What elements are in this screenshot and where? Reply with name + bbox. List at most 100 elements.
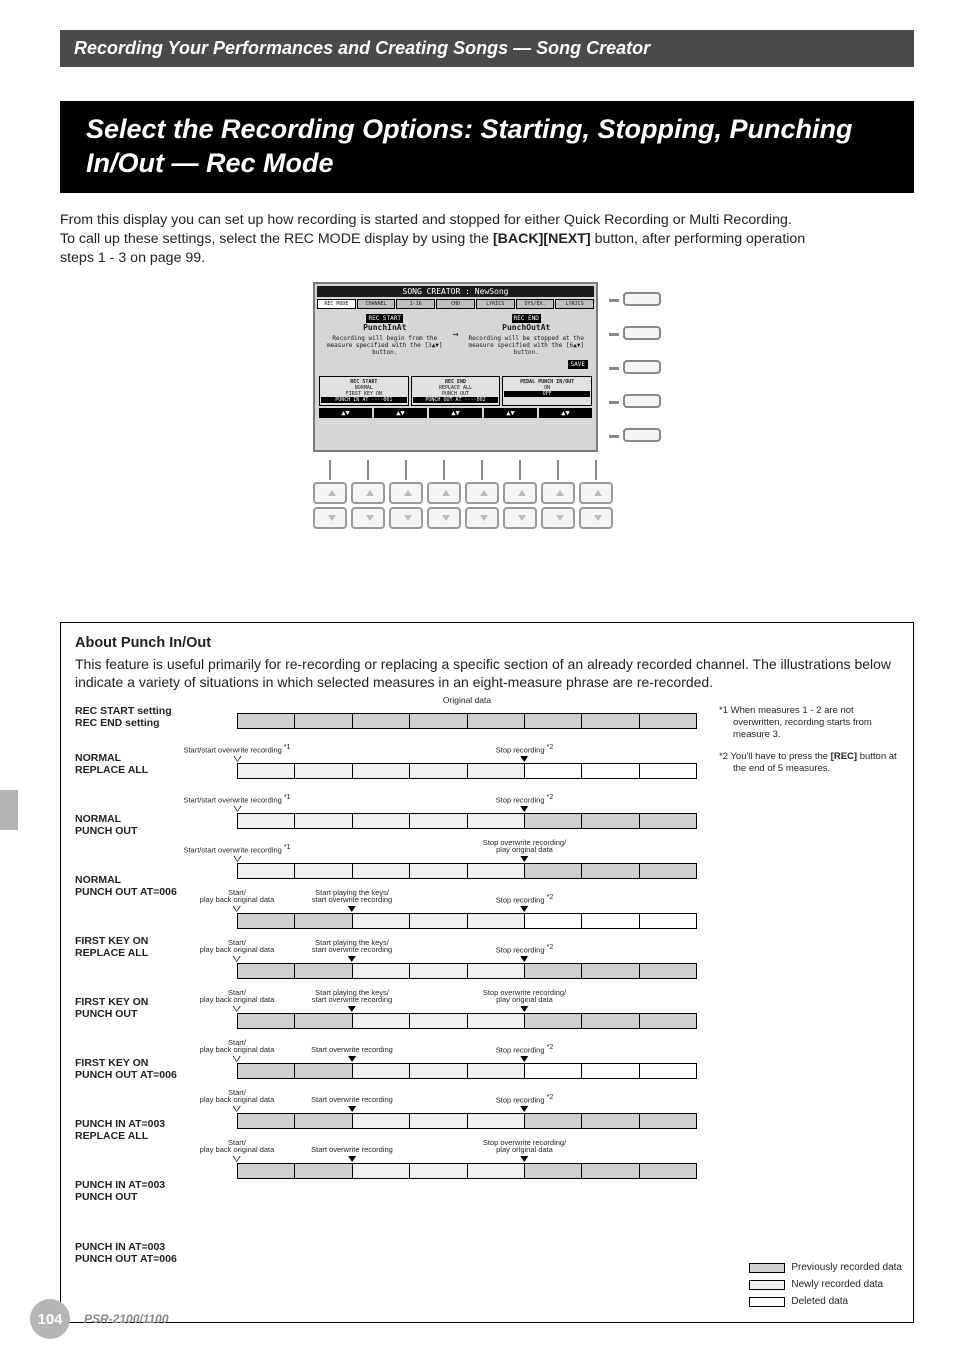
bar-segment: [353, 1064, 410, 1078]
bar-annotation: Start/start overwrite recording *1: [183, 744, 290, 764]
button-pair: [503, 482, 537, 532]
bar-segment: [295, 1014, 352, 1028]
lcd-recend-label: REC END: [512, 314, 541, 323]
section-title-block: Select the Recording Options: Starting, …: [60, 101, 914, 193]
bar-annotation: Start/start overwrite recording *1: [183, 794, 290, 814]
bar-segment: [525, 1064, 582, 1078]
punch-row-label: PUNCH IN AT=003REPLACE ALL: [75, 1118, 215, 1142]
punch-illustration-grid: REC START setting REC END setting NORMAL…: [75, 705, 899, 1301]
side-button: [623, 394, 661, 408]
bar-segment: [468, 814, 525, 828]
lcd-tab-recmode: REC MODE: [317, 299, 356, 309]
bar-annotation: Stop overwrite recording/play original d…: [483, 839, 566, 864]
bar-annotation: Start/play back original data: [200, 1139, 275, 1164]
up-button: [427, 482, 461, 504]
bar-annotation: Start/start overwrite recording *1: [183, 844, 290, 864]
punch-row-label: PUNCH IN AT=003PUNCH OUT AT=006: [75, 1241, 215, 1265]
bar-segment: [525, 864, 582, 878]
bar-segment: [582, 1064, 639, 1078]
bar-segment: [640, 864, 696, 878]
bar-segment: [582, 1164, 639, 1178]
lcd-tab-lyrics2: LYRICS: [555, 299, 594, 309]
bar-segment: [410, 914, 467, 928]
bar-annotation: Start playing the keys/start overwrite r…: [312, 939, 392, 964]
intro-bold: [BACK][NEXT]: [493, 231, 591, 247]
bar-segment: [295, 864, 352, 878]
bar-segment: [353, 964, 410, 978]
lcd-updown-button: ▲▼: [539, 408, 592, 418]
bar-segment: [582, 964, 639, 978]
bar-segment: [353, 864, 410, 878]
bar-segment: [410, 764, 467, 778]
lcd-tab-lyrics: LYRICS: [476, 299, 515, 309]
side-button: [623, 326, 661, 340]
up-button: [351, 482, 385, 504]
legend-label-del: Deleted data: [791, 1294, 848, 1309]
side-button: [623, 428, 661, 442]
lcd-tab-116: 1-16: [396, 299, 435, 309]
page-content: Recording Your Performances and Creating…: [0, 0, 954, 1343]
intro-line3: steps 1 - 3 on page 99.: [60, 250, 205, 266]
bar-annotation: Start/play back original data: [200, 939, 275, 964]
bar-annotation: Stop overwrite recording/play original d…: [483, 1139, 566, 1164]
lcd-recstart-col: REC START PunchInAt Recording will begin…: [323, 313, 446, 357]
legend-swatch-prev: [749, 1263, 785, 1273]
lcd-recend-value: PunchOutAt: [465, 323, 588, 332]
bar-segment: [238, 914, 295, 928]
lcd-bottom-groups: REC START NORMAL FIRST KEY ON PUNCH IN A…: [317, 376, 594, 406]
bar-segment: [353, 814, 410, 828]
down-button: [389, 507, 423, 529]
punch-header-2: REC END setting: [75, 717, 160, 729]
lcd-illustration: SONG CREATOR : NewSong REC MODE CHANNEL …: [60, 282, 914, 532]
down-button: [465, 507, 499, 529]
punch-bar-row: Start/play back original dataStart playi…: [237, 935, 697, 985]
lcd-grp-line-sel: PUNCH OUT AT ····002: [413, 397, 499, 403]
bar-annotation: Start playing the keys/start overwrite r…: [312, 889, 392, 914]
up-button: [389, 482, 423, 504]
bar-segment: [295, 764, 352, 778]
save-icon: SAVE: [568, 360, 588, 369]
lcd-title: SONG CREATOR : NewSong: [317, 286, 594, 297]
lcd-updown-button: ▲▼: [429, 408, 482, 418]
bar-segment: [295, 814, 352, 828]
bar-segment: [640, 964, 696, 978]
bar-annotation: Stop recording *2: [496, 1094, 554, 1114]
bar-segment: [640, 1164, 696, 1178]
bar-segment: [410, 1014, 467, 1028]
lcd-tab-chd: CHD: [436, 299, 475, 309]
bar-segment: [238, 1064, 295, 1078]
intro-line2a: To call up these settings, select the RE…: [60, 231, 493, 247]
bar-annotation: Start overwrite recording: [311, 1046, 393, 1063]
bar-segment: [353, 1014, 410, 1028]
punch-bars: Original data Start/start overwrite reco…: [237, 705, 697, 1301]
down-button: [351, 507, 385, 529]
bar-segment: [640, 1114, 696, 1128]
bar-annotation: Stop recording *2: [496, 744, 554, 764]
bar-segment: [238, 964, 295, 978]
original-data-label: Original data: [443, 695, 491, 705]
bar-segment: [410, 1164, 467, 1178]
about-text: This feature is useful primarily for re-…: [75, 655, 899, 691]
bar-segment: [582, 914, 639, 928]
bar-segment: [410, 964, 467, 978]
punch-row-label: FIRST KEY ONPUNCH OUT: [75, 996, 215, 1020]
button-pair: [313, 482, 347, 532]
intro-paragraph: From this display you can set up how rec…: [60, 211, 914, 269]
lcd-tabs: REC MODE CHANNEL 1-16 CHD LYRICS SYS/EX.…: [317, 299, 594, 309]
down-button: [503, 507, 537, 529]
lower-hardware-buttons: [313, 482, 613, 532]
bar-annotation: Start/play back original data: [200, 1089, 275, 1114]
footnote-2a: *2 You'll have to press the: [719, 751, 831, 762]
up-button: [503, 482, 537, 504]
punch-bar-row: Start/play back original dataStart overw…: [237, 1135, 697, 1185]
bar-segment: [353, 914, 410, 928]
punch-row-label: PUNCH IN AT=003PUNCH OUT: [75, 1179, 215, 1203]
punch-row-label: FIRST KEY ONREPLACE ALL: [75, 935, 215, 959]
bar-segment: [468, 914, 525, 928]
legend-swatch-new: [749, 1280, 785, 1290]
model-label: PSR-2100/1100: [84, 1312, 169, 1326]
bar-segment: [238, 1114, 295, 1128]
bar-segment: [525, 964, 582, 978]
bar-segment: [582, 1014, 639, 1028]
intro-line1: From this display you can set up how rec…: [60, 212, 792, 228]
